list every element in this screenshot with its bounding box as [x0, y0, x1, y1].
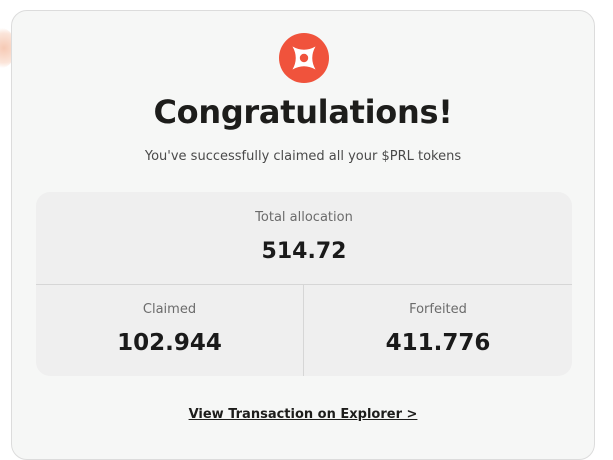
total-allocation-label: Total allocation: [255, 210, 353, 225]
total-allocation-value: 514.72: [261, 239, 347, 264]
claimed-value: 102.944: [117, 330, 222, 356]
forfeited-label: Forfeited: [409, 302, 467, 317]
total-allocation-stat: Total allocation 514.72: [36, 192, 572, 285]
claimed-stat: Claimed 102.944: [36, 285, 304, 376]
claimed-label: Claimed: [142, 302, 197, 317]
forfeited-value: 411.776: [385, 330, 491, 356]
explorer-link-container: View Transaction on Explorer >: [12, 403, 594, 422]
page-subtitle: You've successfully claimed all your $PR…: [144, 149, 462, 164]
forfeited-stat: Forfeited 411.776: [304, 285, 572, 376]
allocation-stats-panel: Total allocation 514.72 Claimed 102.944 …: [36, 192, 572, 376]
prl-logo-icon: [279, 33, 329, 83]
page-title: Congratulations!: [153, 93, 453, 131]
view-transaction-explorer-link[interactable]: View Transaction on Explorer >: [189, 407, 418, 422]
claim-success-card: Congratulations! You've successfully cla…: [11, 10, 595, 460]
